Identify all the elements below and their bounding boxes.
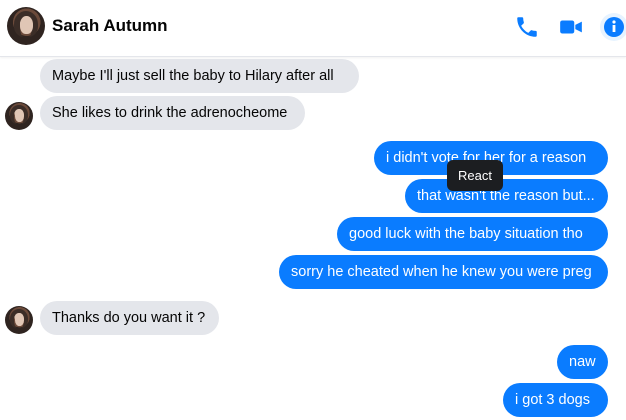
avatar-face [14, 312, 25, 326]
message-bubble-outgoing[interactable]: sorry he cheated when he knew you were p… [279, 255, 608, 289]
message-bubble-incoming[interactable]: Thanks do you want it ? [40, 301, 219, 335]
message-bubble-incoming[interactable]: She likes to drink the adrenocheome [40, 96, 305, 130]
contact-avatar[interactable] [7, 7, 45, 45]
sender-avatar[interactable] [5, 306, 33, 334]
contact-name[interactable]: Sarah Autumn [52, 16, 168, 36]
message-bubble-outgoing[interactable]: that wasn't the reason but... [405, 179, 608, 213]
info-icon[interactable] [600, 13, 626, 41]
sender-avatar[interactable] [5, 102, 33, 130]
video-camera-icon[interactable] [558, 14, 584, 40]
message-bubble-outgoing[interactable]: i got 3 dogs [503, 383, 608, 417]
conversation-header: Sarah Autumn [0, 0, 626, 57]
react-tooltip: React [447, 160, 503, 191]
avatar-face [14, 108, 25, 122]
avatar-face [19, 16, 33, 34]
message-bubble-outgoing[interactable]: naw [557, 345, 608, 379]
phone-icon[interactable] [514, 14, 540, 40]
message-bubble-outgoing[interactable]: good luck with the baby situation tho [337, 217, 608, 251]
message-bubble-incoming[interactable]: Maybe I'll just sell the baby to Hilary … [40, 59, 359, 93]
